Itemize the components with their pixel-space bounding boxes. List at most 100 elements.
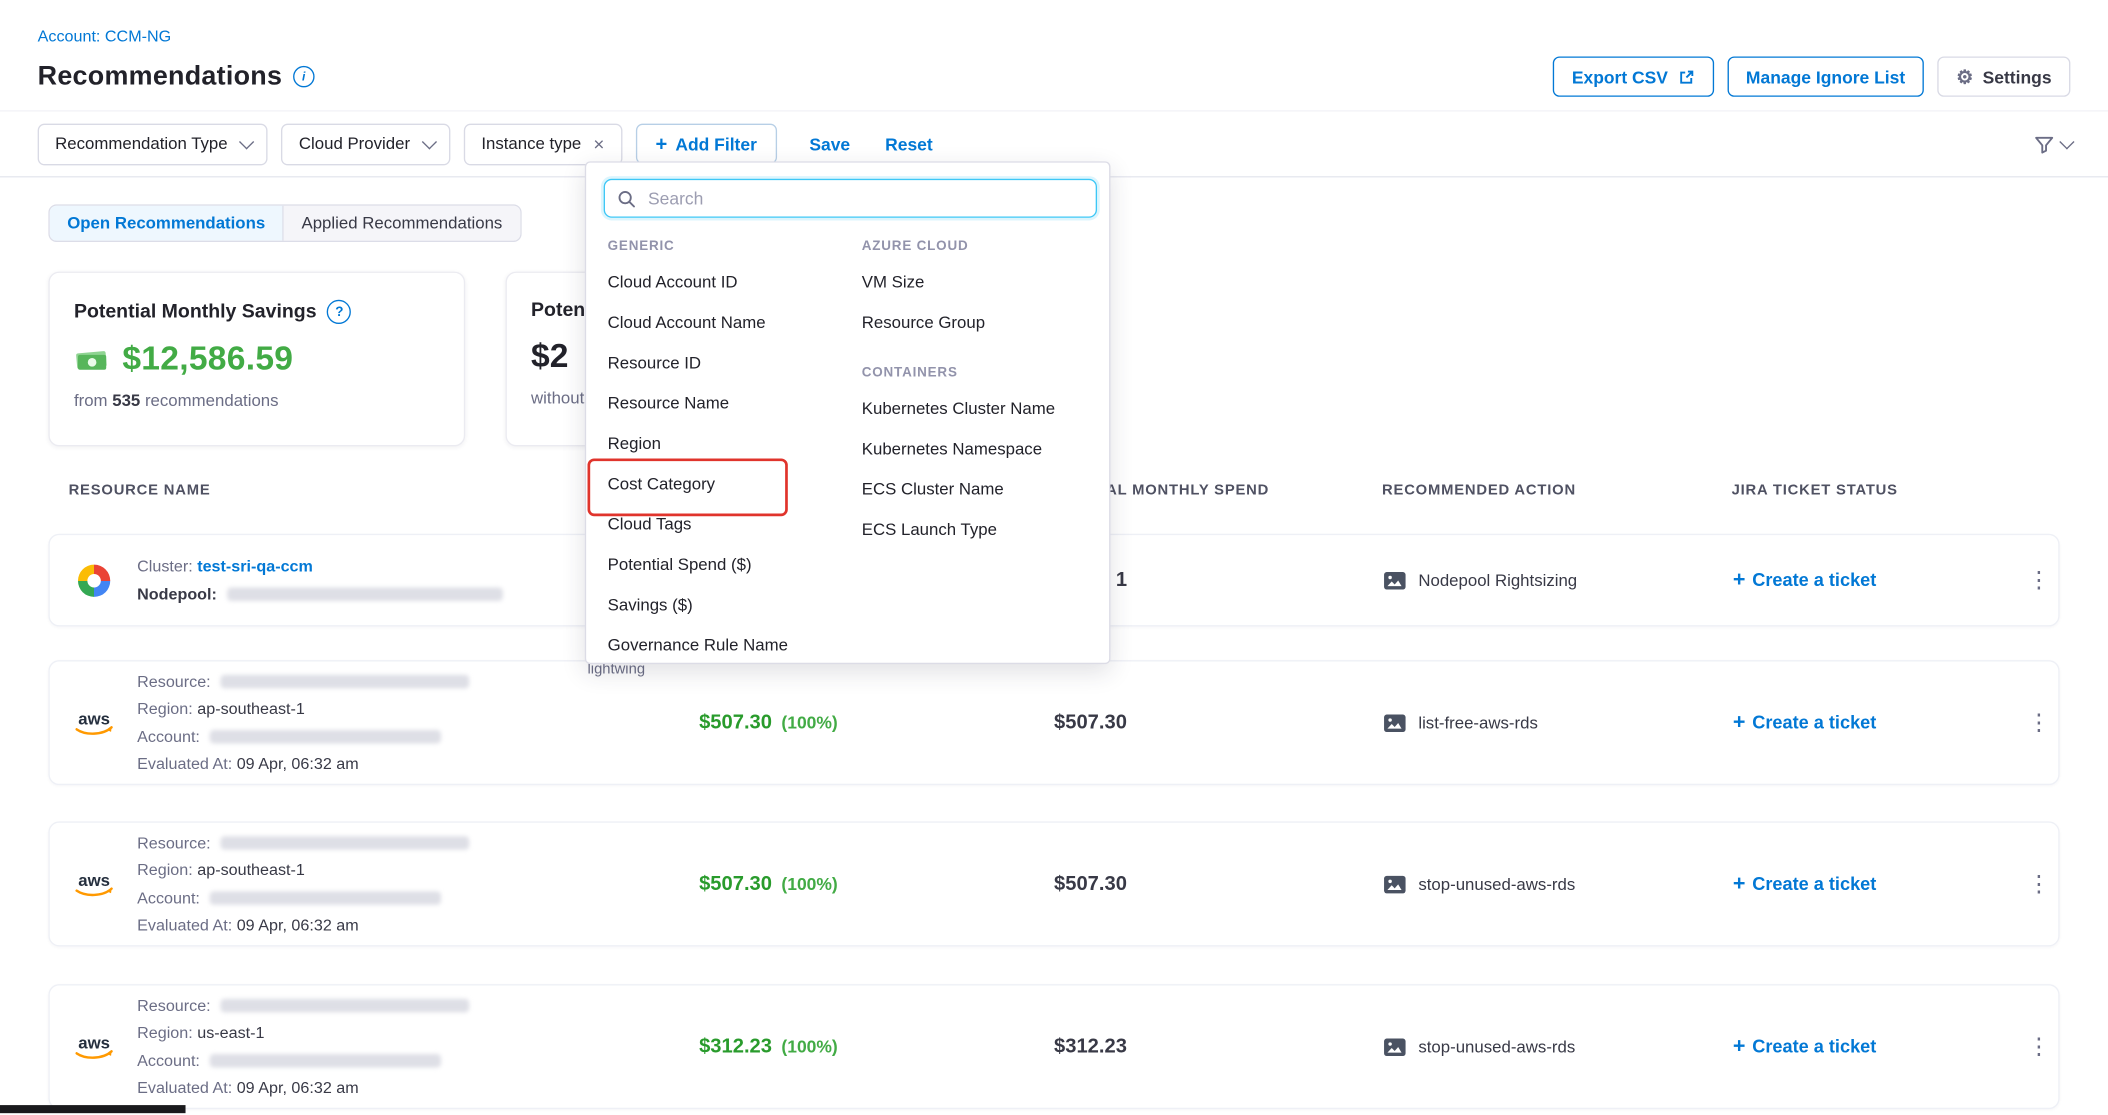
manage-ignore-list-label: Manage Ignore List	[1746, 67, 1905, 87]
row-menu-icon[interactable]: ⋮	[2027, 873, 2050, 896]
row-menu-icon[interactable]: ⋮	[2027, 711, 2050, 734]
filter-option-savings[interactable]: Savings ($)	[608, 585, 850, 625]
gcp-provider-icon	[78, 564, 110, 596]
settings-button[interactable]: ⚙ Settings	[1937, 56, 2070, 96]
redacted-value	[221, 675, 470, 688]
account-breadcrumb[interactable]: Account: CCM-NG	[38, 27, 172, 46]
gear-icon: ⚙	[1956, 67, 1973, 86]
action-icon	[1383, 713, 1406, 732]
resource-label: Resource:	[137, 672, 211, 691]
filter-search-input[interactable]	[645, 187, 1083, 210]
filter-option-kubernetes-namespace[interactable]: Kubernetes Namespace	[862, 429, 1104, 469]
chevron-down-icon	[239, 134, 254, 149]
potential-monthly-savings-card: Potential Monthly Savings ? $12,586.59 f…	[48, 272, 465, 447]
search-icon	[617, 189, 636, 208]
filter-option-cloud-account-name[interactable]: Cloud Account Name	[608, 302, 850, 342]
resource-label: Resource:	[137, 996, 211, 1015]
redacted-value	[221, 837, 470, 850]
export-csv-button[interactable]: Export CSV	[1553, 56, 1714, 96]
savings-sub-prefix: from	[74, 391, 108, 410]
action-icon	[1383, 1037, 1406, 1056]
monthly-spend-value: $312.23	[1054, 1035, 1127, 1058]
add-filter-button[interactable]: + Add Filter	[635, 124, 777, 164]
redacted-value	[210, 1054, 441, 1067]
chevron-down-icon	[2059, 134, 2074, 149]
create-ticket-link[interactable]: + Create a ticket	[1733, 712, 1876, 734]
table-row[interactable]: aws Resource: Region: ap-southeast-1 Acc…	[48, 660, 2059, 785]
savings-percent: (100%)	[781, 1037, 837, 1057]
create-ticket-label: Create a ticket	[1752, 713, 1876, 733]
filter-option-resource-group[interactable]: Resource Group	[862, 302, 1104, 342]
monthly-spend-fragment: 1	[1116, 569, 1127, 592]
help-icon[interactable]: ?	[327, 300, 351, 324]
page-header: Account: CCM-NG Recommendations i Export…	[0, 0, 2108, 97]
spend-card-title-fragment: Poten	[531, 300, 585, 322]
tab-open-recommendations[interactable]: Open Recommendations	[50, 206, 284, 241]
filter-chip-label: Cloud Provider	[299, 134, 410, 153]
table-row[interactable]: aws Resource: Region: ap-southeast-1 Acc…	[48, 821, 2059, 946]
filter-chip-instance-type[interactable]: Instance type ×	[464, 123, 622, 165]
aws-provider-icon: aws	[71, 1032, 117, 1062]
filter-option-potential-spend[interactable]: Potential Spend ($)	[608, 544, 850, 584]
region-value: us-east-1	[197, 1023, 264, 1042]
evaluated-at-label: Evaluated At:	[137, 754, 232, 773]
create-ticket-label: Create a ticket	[1752, 570, 1876, 590]
info-icon[interactable]: i	[293, 66, 315, 88]
filter-chip-cloud-provider[interactable]: Cloud Provider	[281, 123, 450, 165]
filter-option-ecs-cluster-name[interactable]: ECS Cluster Name	[862, 469, 1104, 509]
plus-icon: +	[1733, 1036, 1746, 1058]
filter-option-resource-name[interactable]: Resource Name	[608, 383, 850, 423]
monthly-spend-value: $507.30	[1054, 711, 1127, 734]
action-icon	[1383, 875, 1406, 894]
filter-panel-toggle[interactable]	[2033, 132, 2071, 155]
reset-filter-link[interactable]: Reset	[885, 134, 933, 154]
recommended-action-label: stop-unused-aws-rds	[1418, 1037, 1575, 1056]
savings-amount: $12,586.59	[122, 340, 293, 379]
add-filter-label: Add Filter	[675, 134, 757, 154]
filter-option-ecs-launch-type[interactable]: ECS Launch Type	[862, 510, 1104, 550]
resource-label: Resource:	[137, 833, 211, 852]
create-ticket-link[interactable]: + Create a ticket	[1733, 569, 1876, 591]
filter-option-resource-id[interactable]: Resource ID	[608, 343, 850, 383]
export-csv-label: Export CSV	[1572, 67, 1668, 87]
section-title-generic: GENERIC	[608, 230, 850, 262]
recommended-action-label: Nodepool Rightsizing	[1418, 571, 1577, 590]
filter-option-kubernetes-cluster-name[interactable]: Kubernetes Cluster Name	[862, 389, 1104, 429]
svg-text:aws: aws	[78, 1033, 110, 1052]
filter-option-cloud-tags[interactable]: Cloud Tags	[608, 504, 850, 544]
cluster-link[interactable]: test-sri-qa-ccm	[197, 557, 313, 576]
recommendations-tabs: Open Recommendations Applied Recommendat…	[48, 204, 521, 242]
recommended-action-label: list-free-aws-rds	[1418, 713, 1538, 732]
spend-amount-fragment: $2	[531, 337, 568, 376]
tab-applied-recommendations[interactable]: Applied Recommendations	[284, 206, 520, 241]
create-ticket-label: Create a ticket	[1752, 874, 1876, 894]
remove-filter-icon[interactable]: ×	[593, 134, 604, 153]
page-title: Recommendations	[38, 61, 283, 92]
save-filter-link[interactable]: Save	[809, 134, 850, 154]
aws-provider-icon: aws	[71, 869, 117, 899]
region-label: Region:	[137, 1023, 193, 1042]
filter-search-box	[604, 179, 1097, 218]
row-menu-icon[interactable]: ⋮	[2027, 569, 2050, 592]
redacted-value	[221, 999, 470, 1012]
filter-option-cost-category[interactable]: Cost Category	[608, 464, 850, 504]
evaluated-at-value: 09 Apr, 06:32 am	[237, 916, 359, 935]
settings-label: Settings	[1983, 67, 2052, 87]
savings-sub-suffix: recommendations	[145, 391, 279, 410]
row-menu-icon[interactable]: ⋮	[2027, 1035, 2050, 1058]
manage-ignore-list-button[interactable]: Manage Ignore List	[1727, 56, 1924, 96]
external-link-icon	[1677, 68, 1694, 85]
filter-option-vm-size[interactable]: VM Size	[862, 262, 1104, 302]
filter-option-region[interactable]: Region	[608, 423, 850, 463]
svg-text:aws: aws	[78, 709, 110, 728]
filter-option-governance-rule-name[interactable]: Governance Rule Name	[608, 625, 850, 665]
redacted-value	[227, 588, 503, 601]
create-ticket-link[interactable]: + Create a ticket	[1733, 873, 1876, 895]
recommendations-count: 535	[112, 391, 140, 410]
filter-chip-recommendation-type[interactable]: Recommendation Type	[38, 123, 268, 165]
filter-option-cloud-account-id[interactable]: Cloud Account ID	[608, 262, 850, 302]
funnel-icon	[2033, 132, 2056, 155]
table-row[interactable]: aws Resource: Region: us-east-1 Account:…	[48, 984, 2059, 1109]
create-ticket-link[interactable]: + Create a ticket	[1733, 1036, 1876, 1058]
screen-edge-artifact	[0, 1105, 186, 1113]
